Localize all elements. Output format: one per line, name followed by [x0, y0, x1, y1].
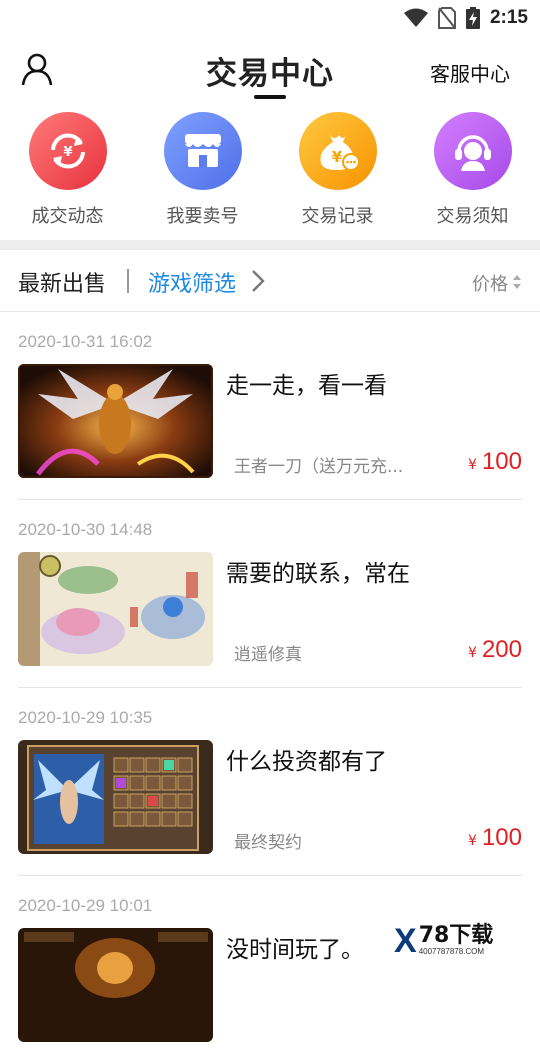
status-time: 2:15 [490, 7, 528, 29]
listing-title: 走一走，看一看 [226, 366, 387, 400]
filter-bar: 最新出售 游戏筛选 价格 [0, 250, 540, 312]
watermark-phone: 4007787878.COM [419, 947, 494, 957]
currency-symbol: ¥ [468, 833, 477, 849]
listing-item[interactable]: 2020-10-29 10:01 没时间玩了。 [0, 876, 540, 1064]
price-value: 100 [482, 448, 522, 475]
chevron-right-icon[interactable] [250, 268, 266, 294]
listing-item[interactable]: 2020-10-30 14:48 需要的联系，常在 逍遥修真 ¥ 200 [0, 500, 540, 688]
svg-text:¥: ¥ [63, 145, 72, 160]
listing-date: 2020-10-31 16:02 [18, 332, 152, 352]
listing-item[interactable]: 2020-10-31 16:02 走一走，看一看 王者一刀（送万元充... ¥ … [0, 312, 540, 500]
listing-date: 2020-10-30 14:48 [18, 520, 152, 540]
listing-price: ¥ 100 [468, 448, 522, 476]
listing-title: 需要的联系，常在 [226, 554, 410, 588]
price-value: 200 [482, 636, 522, 663]
quick-action-label: 交易记录 [302, 202, 374, 228]
listing-game: 逍遥修真 [234, 640, 302, 665]
wifi-icon [404, 8, 428, 28]
currency-symbol: ¥ [468, 457, 477, 473]
quick-action-notice[interactable]: 交易须知 [405, 112, 540, 238]
quick-action-label: 成交动态 [32, 202, 104, 228]
exchange-icon: ¥ [29, 112, 107, 190]
listing-thumbnail [18, 740, 213, 854]
svg-text:¥: ¥ [331, 148, 342, 166]
price-sort-button[interactable]: 价格 [472, 270, 508, 296]
quick-action-records[interactable]: ¥ 交易记录 [270, 112, 405, 238]
quick-actions: ¥ 成交动态 我要卖号 ¥ 交易记录 [0, 112, 540, 238]
money-bag-icon: ¥ [299, 112, 377, 190]
quick-action-label: 我要卖号 [167, 202, 239, 228]
listing-date: 2020-10-29 10:01 [18, 896, 152, 916]
watermark-brand: X [394, 922, 417, 961]
customer-service-link[interactable]: 客服中心 [430, 58, 510, 87]
listing-date: 2020-10-29 10:35 [18, 708, 152, 728]
quick-action-sell[interactable]: 我要卖号 [135, 112, 270, 238]
game-filter-button[interactable]: 游戏筛选 [148, 266, 236, 298]
quick-action-label: 交易须知 [437, 202, 509, 228]
listing-game: 最终契约 [234, 828, 302, 853]
status-bar: 2:15 [0, 0, 540, 38]
title-underline [254, 95, 286, 99]
battery-charging-icon [466, 7, 480, 29]
filter-separator [127, 269, 129, 293]
no-sim-icon [438, 7, 456, 29]
listing-thumbnail [18, 552, 213, 666]
customer-service-icon [434, 112, 512, 190]
listing-game: 王者一刀（送万元充... [234, 452, 403, 477]
latest-sale-tab[interactable]: 最新出售 [18, 266, 106, 298]
sort-arrows-icon[interactable] [512, 272, 522, 292]
listing-thumbnail [18, 364, 213, 478]
store-icon [164, 112, 242, 190]
listing-item[interactable]: 2020-10-29 10:35 什么投资都有了 最终契约 ¥ 100 [0, 688, 540, 876]
watermark-text: 78下载 [419, 925, 494, 947]
header: 交易中心 客服中心 [0, 38, 540, 100]
watermark-logo: X 78下载 4007787878.COM [390, 922, 540, 960]
price-value: 100 [482, 824, 522, 851]
section-divider [0, 240, 540, 250]
quick-action-deals[interactable]: ¥ 成交动态 [0, 112, 135, 238]
listing-price: ¥ 200 [468, 636, 522, 664]
listing-thumbnail [18, 928, 213, 1042]
currency-symbol: ¥ [468, 645, 477, 661]
listing-title: 什么投资都有了 [226, 742, 387, 776]
listing-price: ¥ 100 [468, 824, 522, 852]
listing-title: 没时间玩了。 [226, 930, 364, 964]
